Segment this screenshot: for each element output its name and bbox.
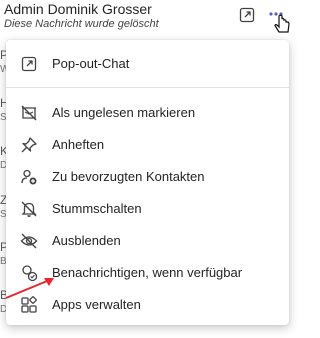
annotation-arrow	[5, 278, 54, 299]
